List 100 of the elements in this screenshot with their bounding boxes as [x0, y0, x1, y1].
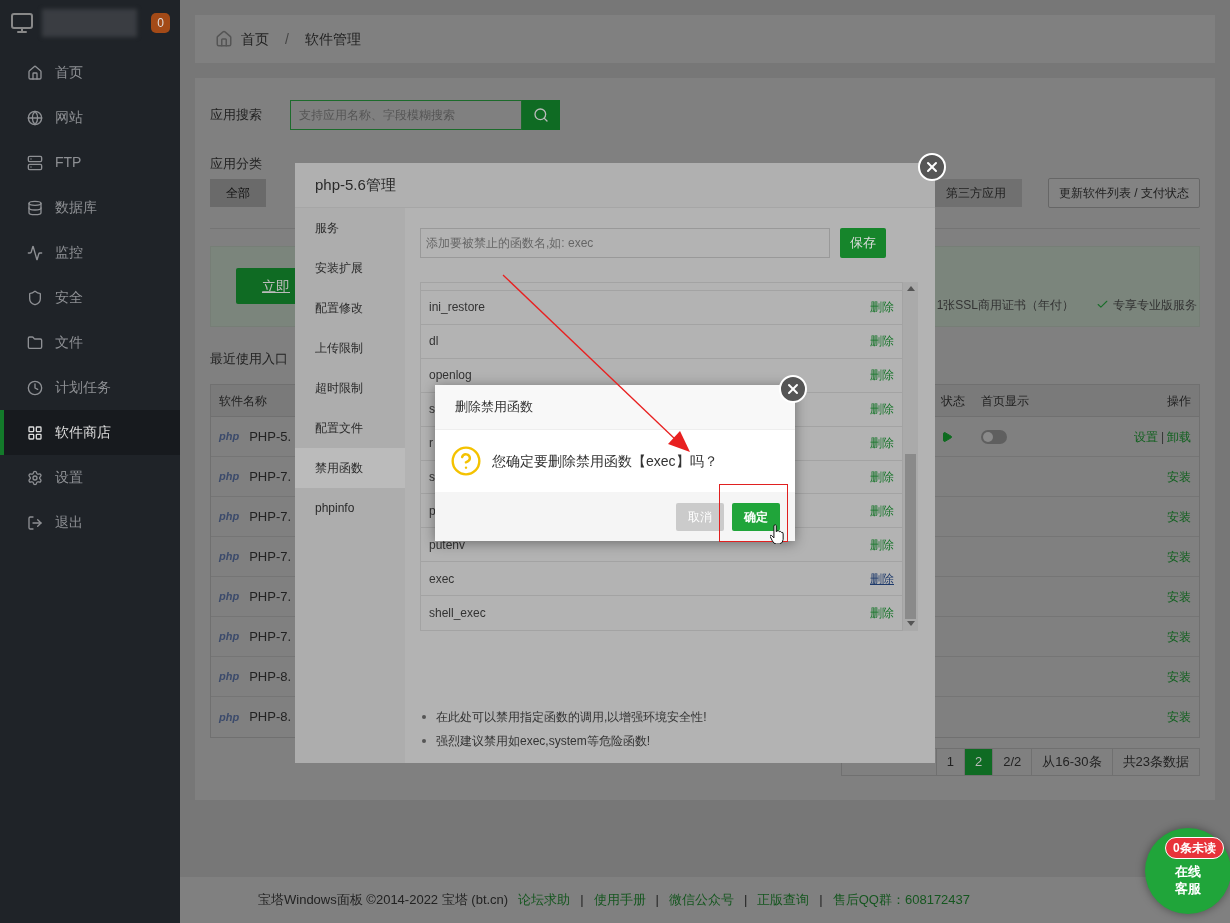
sidebar-item[interactable]: 网站	[0, 95, 180, 140]
install-link[interactable]: 安装	[1091, 708, 1191, 726]
install-link[interactable]: 安装	[1091, 507, 1191, 526]
table-cell-text: PHP-7.	[249, 587, 292, 606]
footer-separator: |	[743, 891, 748, 910]
menu-item[interactable]: 超时限制	[295, 368, 405, 408]
footer-link[interactable]: 使用手册	[593, 890, 646, 910]
search-label: 应用搜索	[210, 106, 263, 125]
globe-icon	[27, 109, 43, 126]
copyright-text: 宝塔Windows面板 ©2014-2022 宝塔 (bt.cn)	[258, 891, 509, 910]
sidebar-item[interactable]: 计划任务	[0, 365, 180, 410]
uninstall-link[interactable]: 卸载	[1167, 427, 1191, 446]
category-tab[interactable]: 全部	[210, 178, 266, 207]
menu-item[interactable]: 配置文件	[295, 408, 405, 448]
sidebar-item[interactable]: 退出	[0, 500, 180, 545]
delete-link[interactable]: 删除	[870, 434, 894, 453]
sidebar-item[interactable]: FTP	[0, 140, 180, 185]
confirm-title: 删除禁用函数	[455, 398, 533, 417]
delete-link[interactable]: 删除	[870, 467, 894, 486]
sidebar-item[interactable]: 安全	[0, 275, 180, 320]
sidebar-item[interactable]: 设置	[0, 455, 180, 500]
php-logo: php	[219, 509, 240, 525]
table-cell-text: PHP-5.	[249, 427, 292, 446]
column-header: 状态	[941, 392, 966, 410]
column-header: 操作	[1166, 392, 1191, 410]
scrollbar[interactable]	[903, 282, 918, 631]
install-link[interactable]: 安装	[1091, 587, 1191, 606]
shield-icon	[27, 289, 43, 306]
confirm-message: 您确定要删除禁用函数【exec】吗？	[492, 451, 718, 471]
question-icon	[450, 445, 482, 477]
install-link[interactable]: 安装	[1091, 467, 1191, 486]
footer-link[interactable]: 售后QQ群：608172437	[832, 890, 971, 910]
save-button[interactable]: 保存	[840, 228, 886, 258]
footer-link[interactable]: 正版查询	[757, 890, 810, 910]
breadcrumb-link[interactable]: 首页	[241, 28, 269, 50]
php-logo: php	[219, 589, 240, 605]
page-button[interactable]: 1	[936, 749, 964, 775]
feature-text: 专享专业版服务	[1113, 296, 1197, 314]
scroll-up-icon[interactable]	[906, 286, 915, 291]
sidebar-item[interactable]: 文件	[0, 320, 180, 365]
menu-item[interactable]: phpinfo	[295, 488, 405, 528]
install-link[interactable]: 安装	[1091, 667, 1191, 686]
footer-separator: |	[819, 891, 823, 910]
column-header: 软件名称	[219, 392, 268, 410]
dialog-title: php-5.6管理	[315, 174, 396, 195]
play-icon[interactable]	[941, 430, 953, 443]
delete-link[interactable]: 删除	[870, 604, 894, 623]
sidebar-item[interactable]: 数据库	[0, 185, 180, 230]
delete-link[interactable]: 删除	[870, 501, 894, 520]
settings-link[interactable]: 设置	[1133, 427, 1158, 446]
feature-text: 1张SSL商用证书（年付）	[936, 296, 1074, 314]
install-link[interactable]: 安装	[1091, 547, 1191, 566]
clock-icon	[27, 379, 43, 396]
php-logo: php	[219, 469, 240, 485]
sidebar-item[interactable]: 首页	[0, 50, 180, 95]
menu-item[interactable]: 服务	[295, 208, 405, 248]
search-button[interactable]	[522, 100, 560, 130]
function-name: p	[429, 502, 436, 520]
monitor-icon	[10, 10, 34, 35]
function-name: dl	[429, 333, 439, 351]
search-icon	[533, 107, 549, 123]
delete-link[interactable]: 删除	[870, 569, 894, 588]
ok-button[interactable]: 确定	[732, 502, 780, 531]
function-name: ini_restore	[429, 299, 486, 317]
house-icon	[215, 30, 233, 48]
footer-link[interactable]: 论坛求助	[518, 890, 571, 910]
page-button[interactable]: 2	[963, 749, 993, 775]
grid-icon	[27, 424, 43, 441]
table-cell-text: PHP-7.	[249, 627, 292, 646]
function-input[interactable]: 添加要被禁止的函数名,如: exec	[420, 228, 830, 258]
house-icon	[27, 64, 43, 81]
function-name: s	[429, 401, 435, 419]
page-button[interactable]: 共23条数据	[1111, 749, 1199, 775]
table-cell-text: PHP-7.	[249, 467, 292, 486]
delete-link[interactable]: 删除	[870, 332, 894, 351]
php-logo: php	[219, 429, 240, 445]
php-logo: php	[219, 629, 240, 645]
bullet-icon	[422, 715, 426, 719]
page-button[interactable]: 2/2	[992, 749, 1032, 775]
delete-link[interactable]: 删除	[870, 535, 894, 554]
scroll-down-icon[interactable]	[906, 621, 915, 626]
notification-badge[interactable]: 0	[151, 12, 170, 33]
refresh-button[interactable]: 更新软件列表 / 支付状态	[1048, 177, 1200, 208]
menu-item[interactable]: 上传限制	[295, 328, 405, 368]
server-icon	[27, 154, 43, 171]
delete-link[interactable]: 删除	[870, 400, 894, 419]
page-button[interactable]: 从16-30条	[1031, 749, 1112, 775]
table-cell-text: PHP-7.	[249, 547, 292, 566]
footer-link[interactable]: 微信公众号	[668, 890, 734, 910]
column-header: 首页显示	[981, 392, 1030, 410]
function-name: exec	[429, 570, 455, 588]
toggle-switch[interactable]	[981, 429, 1007, 444]
install-link[interactable]: 安装	[1091, 627, 1191, 646]
sidebar-item[interactable]: 软件商店	[0, 410, 180, 455]
category-label: 应用分类	[210, 155, 262, 173]
delete-link[interactable]: 删除	[870, 366, 894, 385]
footer-separator: |	[655, 891, 659, 910]
delete-link[interactable]: 删除	[870, 298, 894, 317]
menu-item[interactable]: 禁用函数	[295, 448, 405, 488]
sidebar-item[interactable]: 监控	[0, 230, 180, 275]
